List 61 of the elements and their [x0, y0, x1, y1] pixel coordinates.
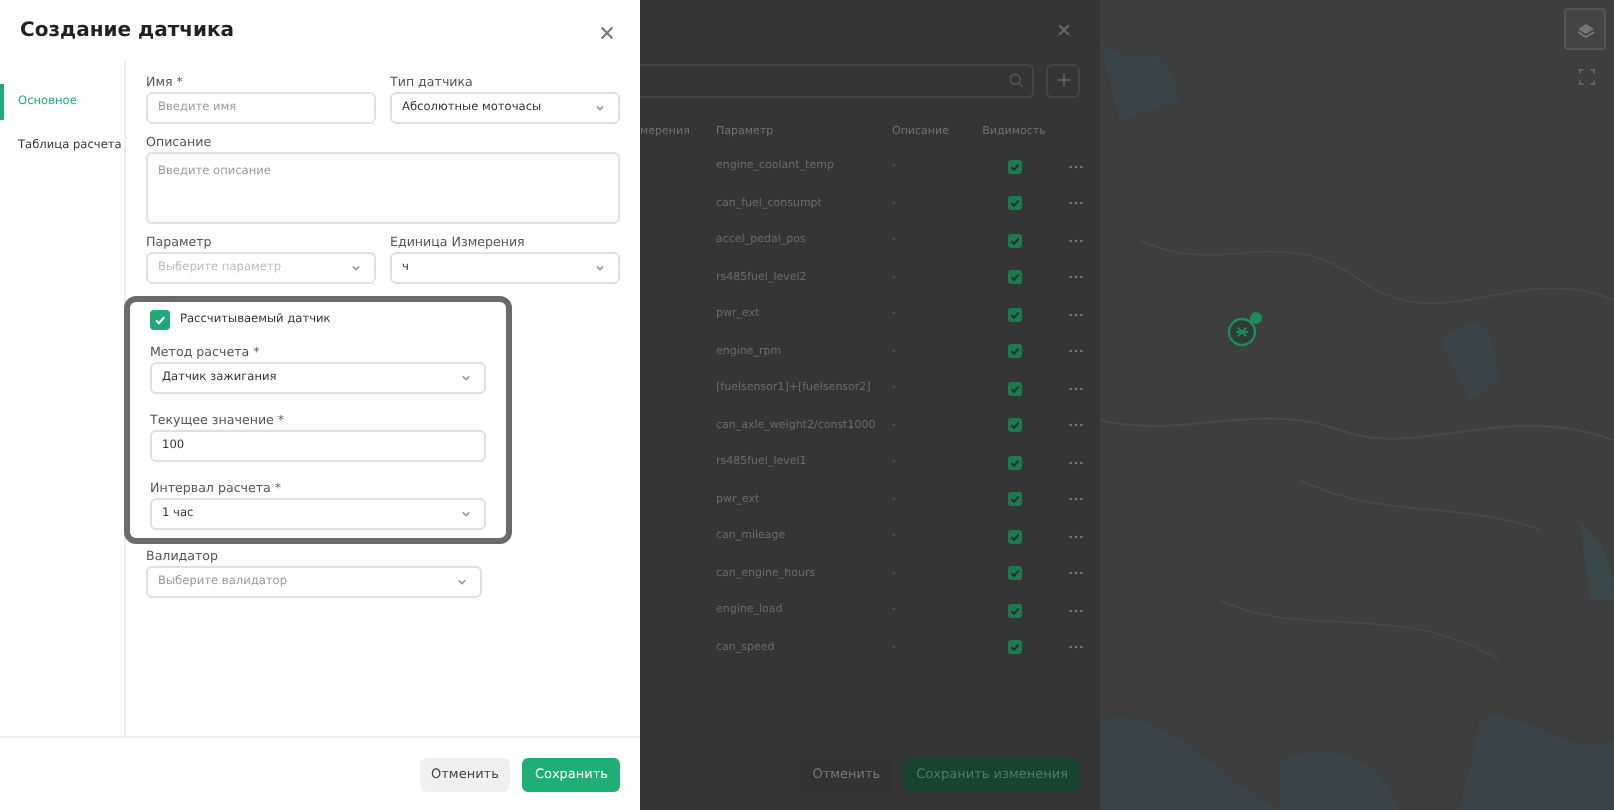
checkbox[interactable]: [1007, 233, 1021, 248]
checkmark-icon: [1007, 455, 1021, 470]
checkmark-icon: [1007, 196, 1021, 211]
checkbox[interactable]: [1007, 455, 1021, 470]
search-field[interactable]: [640, 63, 1034, 97]
vehicle-marker-icon[interactable]: [1226, 310, 1266, 350]
chevron-down-icon: [458, 506, 474, 522]
more-icon[interactable]: [1068, 163, 1084, 170]
checkbox[interactable]: [1007, 492, 1021, 507]
add-button[interactable]: [1046, 63, 1080, 97]
more-icon[interactable]: [1068, 459, 1084, 466]
search-icon: [1008, 72, 1024, 88]
more-icon[interactable]: [1068, 311, 1084, 318]
layers-button[interactable]: [1564, 8, 1606, 50]
more-icon[interactable]: [1068, 200, 1084, 207]
checkbox[interactable]: [1007, 603, 1021, 618]
checkbox[interactable]: [150, 310, 170, 330]
close-icon[interactable]: [1056, 22, 1072, 38]
checkmark-icon: [1007, 270, 1021, 285]
more-icon[interactable]: [1068, 274, 1084, 281]
checkbox[interactable]: [1007, 159, 1021, 174]
checkmark-icon: [1007, 233, 1021, 248]
checkmark-icon: [1007, 159, 1021, 174]
checkbox[interactable]: [1007, 196, 1021, 211]
more-icon[interactable]: [1068, 496, 1084, 503]
fullscreen-icon[interactable]: [1578, 68, 1596, 86]
checkmark-icon: [1007, 566, 1021, 581]
chevron-down-icon: [592, 260, 608, 276]
checkbox[interactable]: [1007, 418, 1021, 433]
checkbox[interactable]: [1007, 344, 1021, 359]
checkmark-icon: [1007, 529, 1021, 544]
checkmark-icon: [1007, 381, 1021, 396]
checkmark-icon: [1007, 603, 1021, 618]
checkmark-icon: [152, 312, 168, 328]
more-icon[interactable]: [1068, 607, 1084, 614]
checkmark-icon: [1007, 307, 1021, 322]
chevron-down-icon: [592, 100, 608, 116]
more-icon[interactable]: [1068, 644, 1084, 651]
chevron-down-icon: [348, 260, 364, 276]
more-icon[interactable]: [1068, 348, 1084, 355]
checkbox[interactable]: [1007, 381, 1021, 396]
plus-icon: [1055, 72, 1071, 88]
checkmark-icon: [1007, 640, 1021, 655]
chevron-down-icon: [454, 574, 470, 590]
checkbox[interactable]: [1007, 529, 1021, 544]
more-icon[interactable]: [1068, 570, 1084, 577]
checkbox[interactable]: [1007, 566, 1021, 581]
checkmark-icon: [1007, 418, 1021, 433]
checkbox[interactable]: [1007, 640, 1021, 655]
chevron-down-icon: [458, 370, 474, 386]
more-icon[interactable]: [1068, 237, 1084, 244]
checkmark-icon: [1007, 492, 1021, 507]
more-icon[interactable]: [1068, 422, 1084, 429]
layers-icon: [1575, 19, 1595, 39]
dialog-title: Создание датчика: [20, 19, 235, 41]
close-icon[interactable]: [598, 23, 616, 41]
checkmark-icon: [1007, 344, 1021, 359]
checkbox[interactable]: [1007, 270, 1021, 285]
checkbox[interactable]: [1007, 307, 1021, 322]
more-icon[interactable]: [1068, 385, 1084, 392]
more-icon[interactable]: [1068, 533, 1084, 540]
